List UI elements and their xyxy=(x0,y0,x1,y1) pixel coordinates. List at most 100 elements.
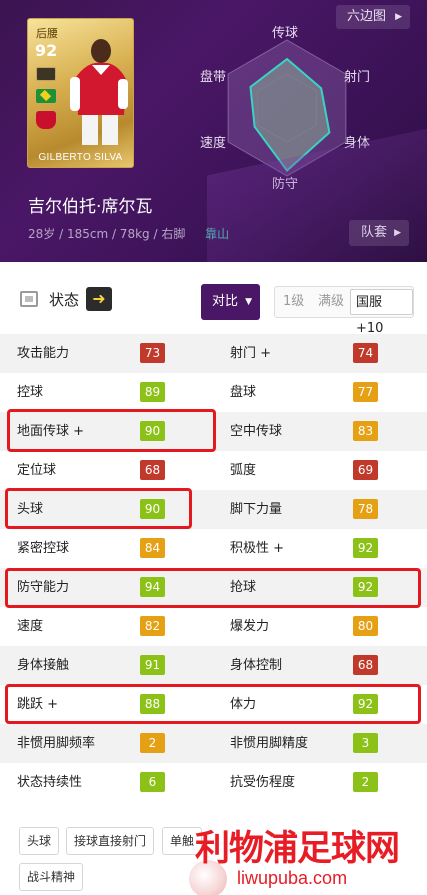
stat-name: 积极性 + xyxy=(230,541,285,556)
stat-value: 92 xyxy=(353,577,378,597)
stat-name: 脚下力量 xyxy=(230,502,283,517)
stat-row: 定位球 68 弧度 69 xyxy=(0,451,427,490)
radar-label-shooting: 射门 xyxy=(344,70,371,85)
stats-table: 攻击能力 73 射门 + 74 控球 89 盘球 77 地面传球 + 90 空中… xyxy=(0,334,427,802)
caret-down-icon: ▼ xyxy=(245,297,252,307)
status-arrow-icon[interactable]: ➜ xyxy=(86,287,112,311)
club-crest-icon xyxy=(36,67,56,81)
chevron-right-icon: ▶ xyxy=(395,12,402,22)
stat-name: 紧密控球 xyxy=(17,541,70,556)
team-kit-label: 队套 xyxy=(361,225,388,240)
stat-name: 盘球 xyxy=(230,385,257,400)
stat-value: 68 xyxy=(140,460,165,480)
stat-name: 身体接触 xyxy=(17,658,70,673)
player-bio: 28岁 / 185cm / 78kg / 右脚 xyxy=(28,227,186,241)
skill-tag[interactable]: 头球 xyxy=(19,827,60,855)
player-name: 吉尔伯托·席尔瓦 xyxy=(28,197,153,217)
stat-name: 爆发力 xyxy=(230,619,270,634)
stat-value: 3 xyxy=(353,733,378,753)
stat-value: 83 xyxy=(353,421,378,441)
compare-label: 对比 xyxy=(212,294,239,309)
stat-value: 89 xyxy=(140,382,165,402)
stat-name: 空中传球 xyxy=(230,424,283,439)
stat-row: 头球 90 脚下力量 78 xyxy=(0,490,427,529)
stat-name: 速度 xyxy=(17,619,44,634)
stat-value: 73 xyxy=(140,343,165,363)
stat-name: 抗受伤程度 xyxy=(230,775,296,790)
stat-name: 体力 xyxy=(230,697,257,712)
level-option-max[interactable]: 满级 xyxy=(318,287,344,317)
stat-row: 状态持续性 6 抗受伤程度 2 xyxy=(0,763,427,802)
stat-row: 身体接触 91 身体控制 68 xyxy=(0,646,427,685)
skill-tag[interactable]: 接球直接射门 xyxy=(66,827,155,855)
stat-value: 6 xyxy=(140,772,165,792)
stat-name: 头球 xyxy=(17,502,44,517)
status-label: 状态 xyxy=(49,291,80,309)
player-header: 后腰 92 GILBERTO SILVA 六边图 ▶ 传球 射门 身体 防守 速… xyxy=(0,0,427,262)
stat-value: 80 xyxy=(353,616,378,636)
stat-name: 地面传球 + xyxy=(17,424,85,439)
player-card[interactable]: 后腰 92 GILBERTO SILVA xyxy=(27,18,134,168)
player-info: 28岁 / 185cm / 78kg / 右脚 靠山 xyxy=(28,225,229,242)
stat-value: 74 xyxy=(353,343,378,363)
stat-value: 82 xyxy=(140,616,165,636)
stat-name: 防守能力 xyxy=(17,580,70,595)
skill-tag[interactable]: 战斗精神 xyxy=(19,863,84,891)
stat-value: 69 xyxy=(353,460,378,480)
team-kit-button[interactable]: 队套 ▶ xyxy=(349,220,409,246)
skill-tag[interactable]: 单触 xyxy=(162,827,203,855)
card-rating: 92 xyxy=(35,41,58,60)
stat-name: 身体控制 xyxy=(230,658,283,673)
stat-name: 弧度 xyxy=(230,463,257,478)
status-bar: 状态 ➜ 对比 ▼ 1级 满级 国服+10 xyxy=(0,262,427,336)
stat-row: 紧密控球 84 积极性 + 92 xyxy=(0,529,427,568)
level-option-1[interactable]: 1级 xyxy=(283,287,304,317)
stat-value: 90 xyxy=(140,499,165,519)
stat-row: 攻击能力 73 射门 + 74 xyxy=(0,334,427,373)
radar-label-physical: 身体 xyxy=(344,136,371,151)
stat-value: 94 xyxy=(140,577,165,597)
radar-chart: 传球 射门 身体 防守 速度 盘带 xyxy=(190,22,390,192)
radar-label-defending: 防守 xyxy=(272,177,299,192)
radar-chart-svg xyxy=(227,39,347,177)
stat-value: 68 xyxy=(353,655,378,675)
stat-row: 速度 82 爆发力 80 xyxy=(0,607,427,646)
stat-value: 2 xyxy=(353,772,378,792)
radar-label-speed: 速度 xyxy=(200,136,227,151)
compare-button[interactable]: 对比 ▼ xyxy=(201,284,260,320)
stat-name: 抢球 xyxy=(230,580,257,595)
team-badge-icon xyxy=(36,111,56,129)
stat-value: 84 xyxy=(140,538,165,558)
stat-value: 91 xyxy=(140,655,165,675)
level-option-server[interactable]: 国服+10 xyxy=(350,289,413,336)
stat-row: 控球 89 盘球 77 xyxy=(0,373,427,412)
stat-value: 92 xyxy=(353,694,378,714)
stat-row: 跳跃 + 88 体力 92 xyxy=(0,685,427,724)
status-icon xyxy=(20,291,38,307)
stat-value: 78 xyxy=(353,499,378,519)
brazil-flag-icon xyxy=(36,89,56,103)
stat-name: 状态持续性 xyxy=(17,775,83,790)
stat-name: 射门 + xyxy=(230,346,272,361)
stat-value: 90 xyxy=(140,421,165,441)
stat-name: 非惯用脚精度 xyxy=(230,736,309,751)
card-player-name: GILBERTO SILVA xyxy=(38,152,123,163)
stat-value: 92 xyxy=(353,538,378,558)
stat-value: 2 xyxy=(140,733,165,753)
stat-value: 77 xyxy=(353,382,378,402)
stat-row: 地面传球 + 90 空中传球 83 xyxy=(0,412,427,451)
chevron-right-icon: ▶ xyxy=(394,228,401,238)
card-position: 后腰 xyxy=(36,27,58,40)
stat-name: 非惯用脚频率 xyxy=(17,736,96,751)
radar-label-passing: 传球 xyxy=(272,26,299,41)
stat-name: 跳跃 + xyxy=(17,697,59,712)
stat-row: 非惯用脚频率 2 非惯用脚精度 3 xyxy=(0,724,427,763)
stat-value: 88 xyxy=(140,694,165,714)
stat-name: 控球 xyxy=(17,385,44,400)
stat-name: 攻击能力 xyxy=(17,346,70,361)
skill-tags: 头球 接球直接射门 单触 战斗精神 xyxy=(0,815,427,895)
stat-row: 防守能力 94 抢球 92 xyxy=(0,568,427,607)
level-selector: 1级 满级 国服+10 xyxy=(274,286,414,336)
player-portrait xyxy=(70,39,128,145)
player-lean: 靠山 xyxy=(205,227,230,241)
